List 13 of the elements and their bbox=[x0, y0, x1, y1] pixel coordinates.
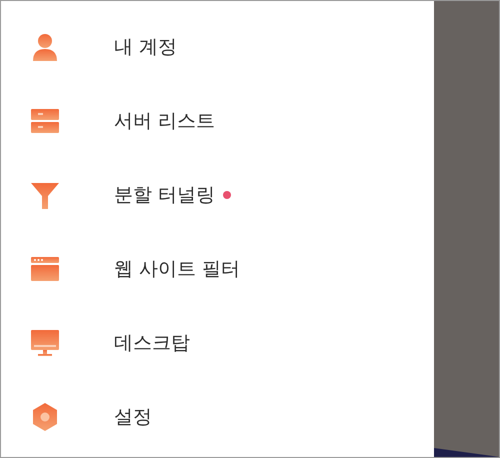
menu-label: 내 계정 bbox=[114, 34, 178, 60]
menu-item[interactable]: 내 계정 bbox=[1, 10, 434, 84]
menu-item[interactable]: 서버 리스트 bbox=[1, 84, 434, 158]
menu-label: 데스크탑 bbox=[114, 330, 190, 356]
menu-item[interactable]: 웹 사이트 필터 bbox=[1, 232, 434, 306]
menu-item[interactable]: 설정 bbox=[1, 380, 434, 454]
menu-label: 분할 터널링 bbox=[114, 182, 216, 208]
menu-label: 설정 bbox=[114, 404, 152, 430]
menu-label: 웹 사이트 필터 bbox=[114, 256, 240, 282]
monitor-icon bbox=[29, 327, 61, 359]
menu-item[interactable]: 데스크탑 bbox=[1, 306, 434, 380]
menu-label: 서버 리스트 bbox=[114, 108, 216, 134]
menu-item[interactable]: 분할 터널링 bbox=[1, 158, 434, 232]
